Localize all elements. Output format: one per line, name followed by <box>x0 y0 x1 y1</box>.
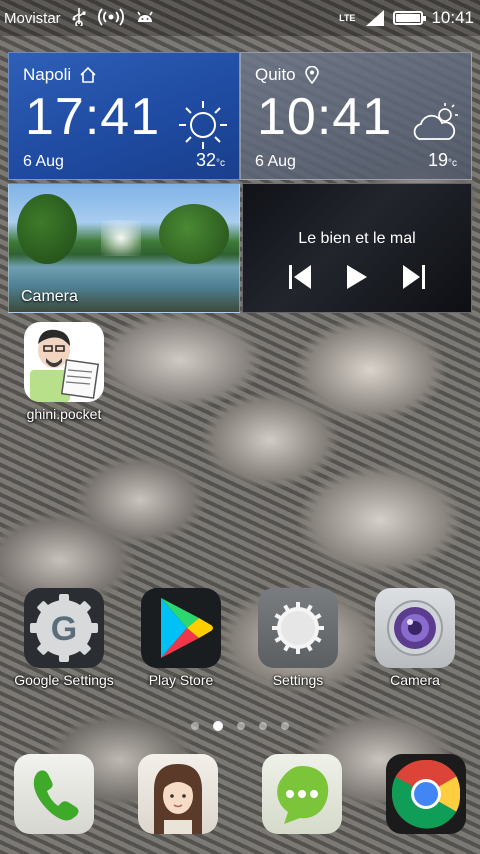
partly-cloudy-icon <box>413 103 458 140</box>
camera-icon <box>375 588 455 668</box>
app-play-store[interactable]: Play Store <box>126 588 236 688</box>
svg-text:G: G <box>51 610 77 648</box>
clock-widget-napoli[interactable]: Napoli 17:41 6 Aug 32°c <box>8 52 240 180</box>
photo-fountain <box>101 220 141 256</box>
clock-date: 6 Aug <box>255 153 296 170</box>
skip-next-icon <box>403 265 426 289</box>
android-debug-icon <box>137 11 153 22</box>
google-settings-icon: G <box>24 588 104 668</box>
page-dot-active[interactable] <box>213 721 223 731</box>
photo-tree <box>17 194 77 264</box>
app-label: Play Store <box>148 672 214 688</box>
signal-icon <box>366 10 385 26</box>
app-google-settings[interactable]: G Google Settings <box>9 588 119 688</box>
photo-tree <box>159 204 229 264</box>
temperature: 32°c <box>195 150 225 170</box>
app-label: Camera <box>390 672 440 688</box>
clock-date: 6 Aug <box>23 153 64 170</box>
city-name: Napoli <box>23 65 72 84</box>
temperature: 19°c <box>427 150 457 170</box>
app-label: ghini.pocket <box>26 406 102 422</box>
usb-icon <box>72 8 86 26</box>
app-label: Settings <box>272 672 324 688</box>
play-button[interactable] <box>342 262 372 292</box>
page-dot[interactable] <box>237 722 245 730</box>
messaging-icon <box>277 766 329 824</box>
camera-widget-label: Camera <box>21 288 78 305</box>
page-dot[interactable] <box>191 722 199 730</box>
clock-widget-quito[interactable]: Quito 10:41 6 Aug 19°c <box>240 52 472 180</box>
contacts-icon <box>154 764 202 834</box>
play-store-icon <box>141 588 221 668</box>
network-type: LTE <box>339 13 356 23</box>
dock-chrome-button[interactable] <box>386 754 466 834</box>
city-name: Quito <box>255 65 296 84</box>
previous-track-button[interactable] <box>285 262 315 292</box>
skip-previous-icon <box>288 265 311 289</box>
sunny-icon <box>179 101 227 149</box>
music-widget[interactable]: Le bien et le mal <box>242 183 472 313</box>
app-ghini-pocket[interactable]: ghini.pocket <box>9 322 119 422</box>
page-dot[interactable] <box>259 722 267 730</box>
carrier-name: Movistar <box>4 10 61 27</box>
play-icon <box>346 265 367 289</box>
next-track-button[interactable] <box>399 262 429 292</box>
dock-phone-button[interactable] <box>14 754 94 834</box>
phone-icon <box>33 770 79 821</box>
chrome-icon <box>391 759 461 829</box>
dock-contacts-button[interactable] <box>138 754 218 834</box>
location-pin-icon <box>304 66 319 84</box>
page-dot[interactable] <box>281 722 289 730</box>
app-settings[interactable]: Settings <box>243 588 353 688</box>
status-time: 10:41 <box>431 8 474 27</box>
clock-time: 10:41 <box>257 88 393 146</box>
ghini-pocket-icon <box>24 322 104 402</box>
camera-widget[interactable]: Camera <box>8 183 240 313</box>
clock-time: 17:41 <box>25 88 161 146</box>
app-label: Google Settings <box>14 672 114 688</box>
hotspot-icon <box>98 8 124 26</box>
home-icon <box>80 66 96 83</box>
app-camera[interactable]: Camera <box>360 588 470 688</box>
dock-messaging-button[interactable] <box>262 754 342 834</box>
song-title: Le bien et le mal <box>298 230 416 247</box>
page-indicator <box>0 721 480 731</box>
battery-icon <box>393 11 427 25</box>
status-bar: Movistar LTE 10:41 <box>0 0 480 36</box>
settings-icon <box>258 588 338 668</box>
